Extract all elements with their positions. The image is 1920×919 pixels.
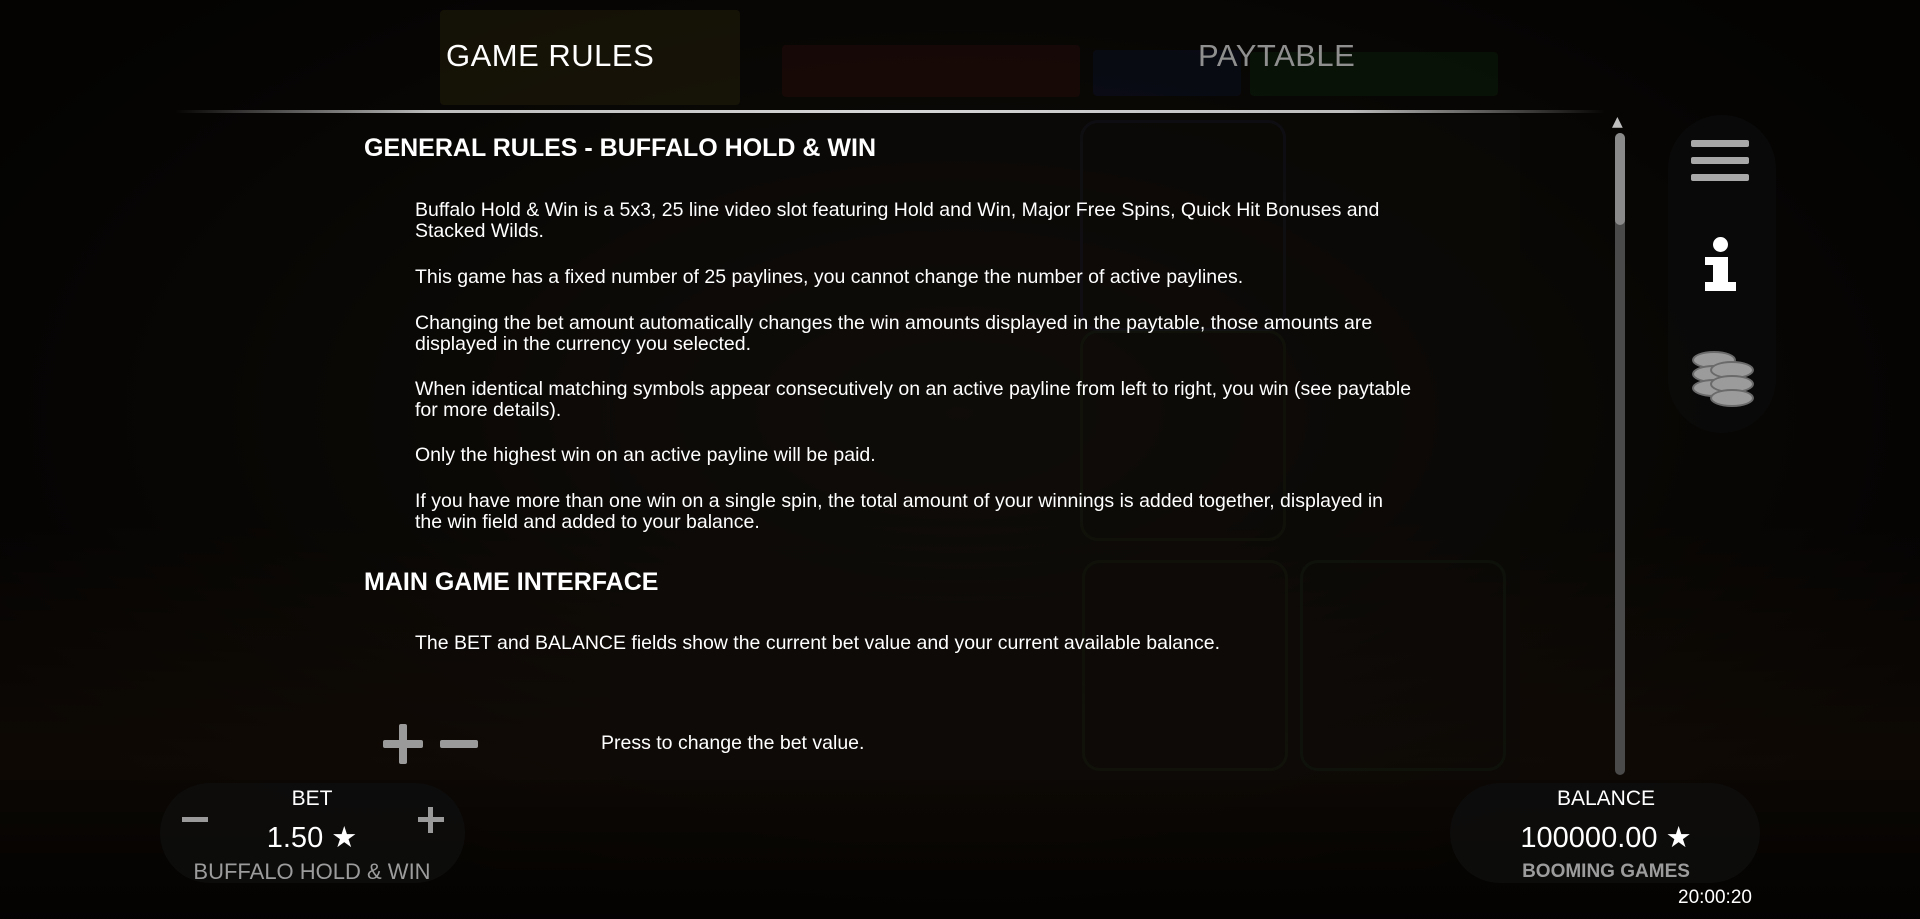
scroll-up-arrow-icon[interactable]: ▲ (1612, 114, 1623, 130)
plus-icon-stem (428, 807, 433, 833)
rules-paragraph: Buffalo Hold & Win is a 5x3, 25 line vid… (415, 199, 1380, 242)
balance-value: 100000.00 ★ (1520, 822, 1692, 854)
clock: 20:00:20 (1678, 887, 1752, 908)
scrollbar-thumb[interactable] (1615, 133, 1625, 225)
section-title-general-rules: GENERAL RULES - BUFFALO HOLD & WIN (364, 134, 877, 162)
rules-paragraph: If you have more than one win on a singl… (415, 490, 1384, 533)
rules-paragraph: Only the highest win on an active paylin… (415, 444, 876, 466)
plus-minus-icons (383, 724, 483, 765)
minus-icon (440, 740, 478, 748)
rules-paragraph: This game has a fixed number of 25 payli… (415, 266, 1244, 288)
rules-paragraph: The BET and BALANCE fields show the curr… (415, 632, 1221, 654)
rules-paragraph: Changing the bet amount automatically ch… (415, 312, 1373, 355)
coins-icon[interactable] (1692, 341, 1754, 409)
hamburger-icon[interactable] (1691, 140, 1751, 182)
scrollbar-track[interactable] (1615, 133, 1625, 775)
game-screen: GAME RULES PAYTABLE GENERAL RULES - BUFF… (0, 0, 1920, 919)
game-name: BUFFALO HOLD & WIN (193, 859, 431, 884)
bet-label: BET (291, 787, 333, 810)
provider-logo: BOOMING GAMES (1522, 861, 1690, 882)
info-icon[interactable] (1704, 237, 1740, 297)
bet-change-text: Press to change the bet value. (601, 732, 865, 754)
side-menu (1668, 115, 1776, 433)
bet-value: 1.50 ★ (266, 822, 358, 854)
section-title-main-game-interface: MAIN GAME INTERFACE (364, 568, 659, 596)
bet-decrease-button[interactable] (182, 817, 208, 822)
rules-paragraph: When identical matching symbols appear c… (415, 378, 1412, 421)
balance-label: BALANCE (1556, 787, 1656, 810)
